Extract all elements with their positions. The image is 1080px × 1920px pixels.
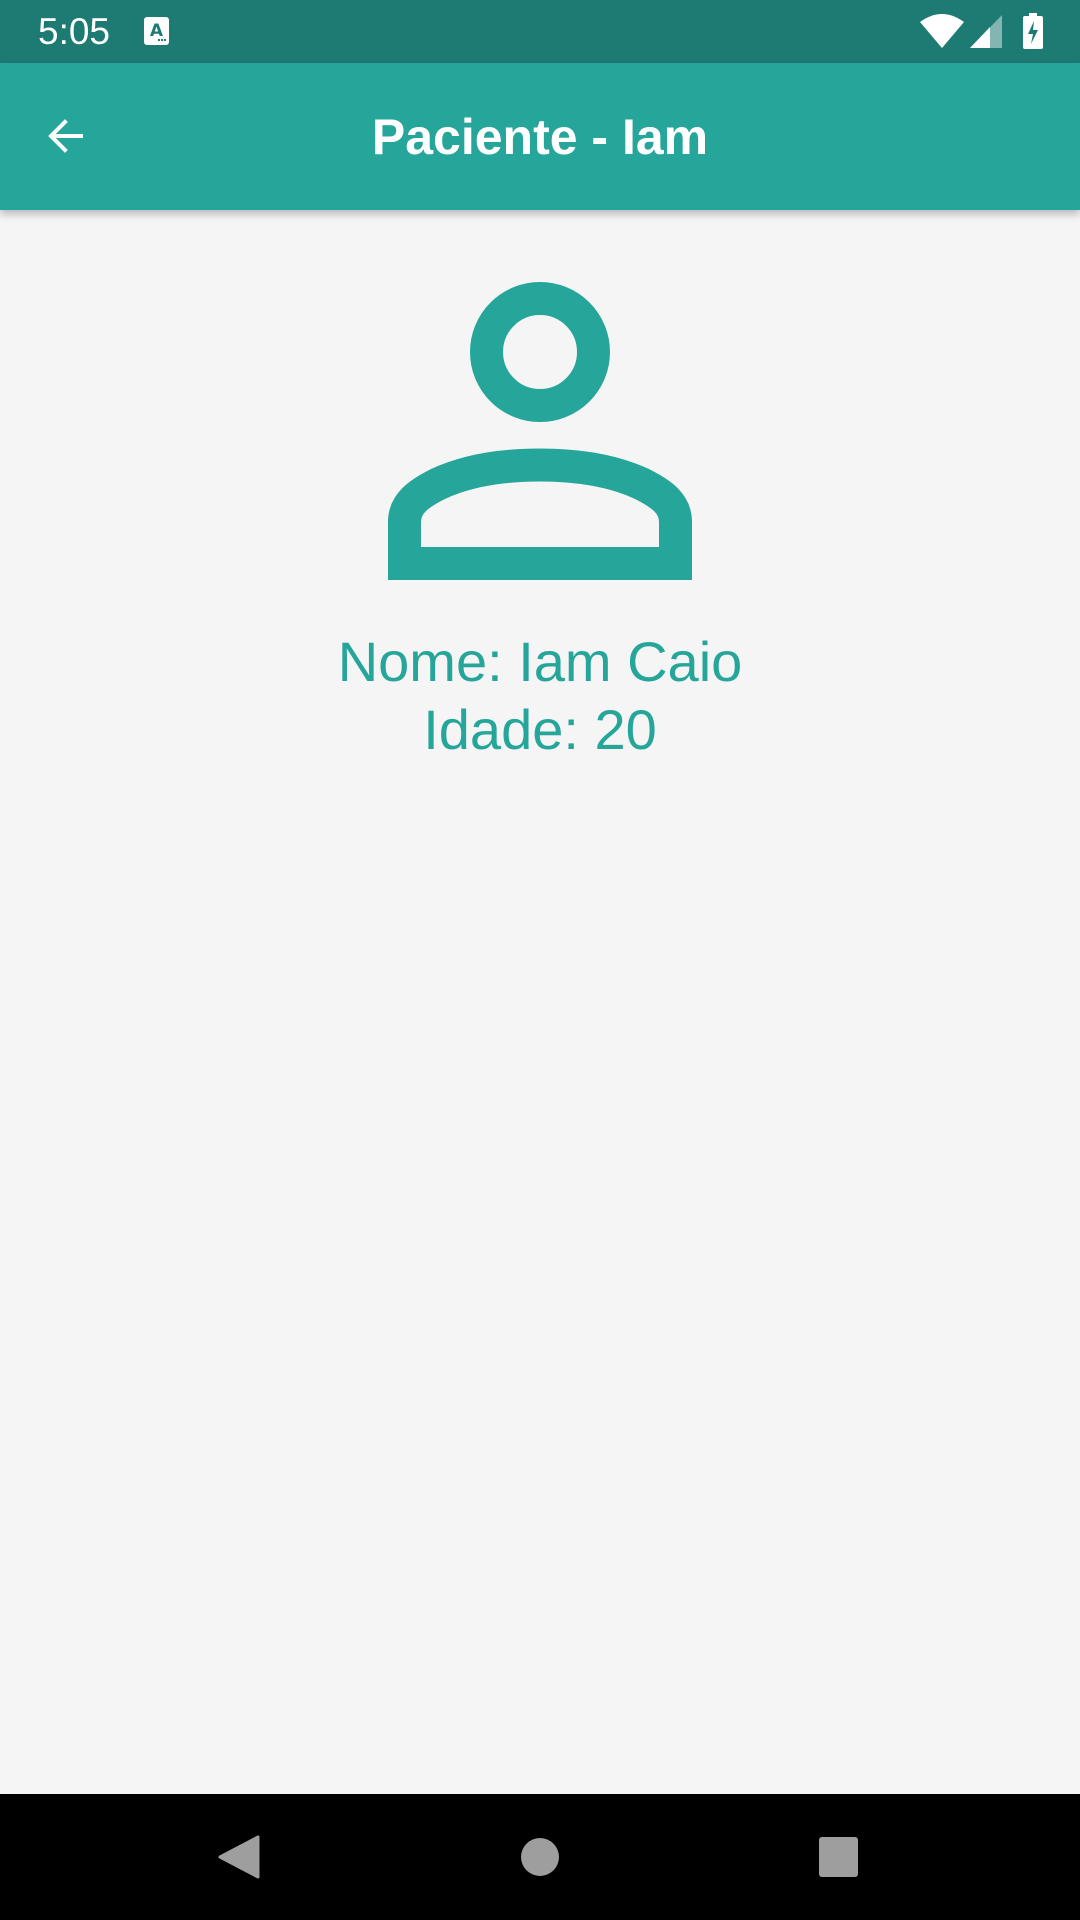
nav-home-icon [521,1838,559,1876]
patient-details: Nome: Iam Caio Idade: 20 [0,210,1080,1794]
nav-recents-icon [819,1837,858,1877]
navigation-bar [0,1794,1080,1920]
signal-icon [970,15,1002,48]
nav-recents-button[interactable] [800,1819,876,1895]
status-time: 5:05 [38,11,111,52]
patient-info: Nome: Iam Caio Idade: 20 [0,628,1080,764]
status-icons [920,0,1080,63]
nav-home-button[interactable] [502,1819,578,1895]
nav-back-button[interactable] [202,1819,278,1895]
patient-age: Idade: 20 [423,698,657,761]
battery-charging-icon [1023,13,1043,49]
page-title: Paciente - Iam [371,109,709,165]
a-keyboard-icon: A [144,17,169,45]
status-bar: 5:05 A [0,0,1080,63]
app-bar: Paciente - Iam [0,63,1080,210]
person-outline-icon [388,276,692,580]
nav-back-icon [218,1835,260,1879]
patient-name: Nome: Iam Caio [337,630,743,693]
svg-text:A: A [150,21,164,41]
wifi-icon [920,14,964,48]
